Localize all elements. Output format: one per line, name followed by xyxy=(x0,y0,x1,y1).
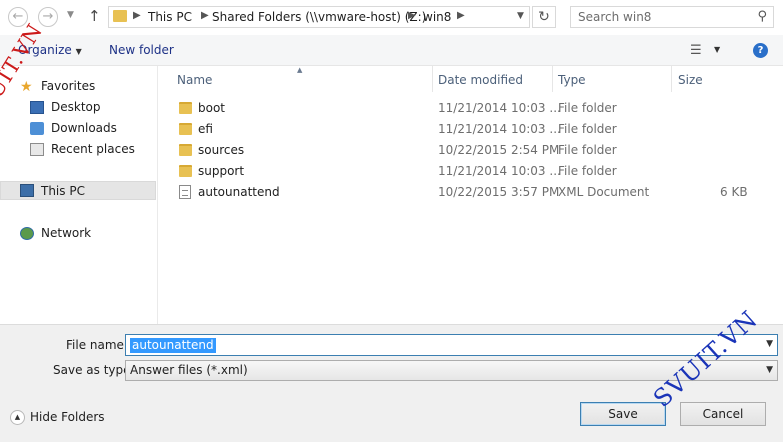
folder-icon xyxy=(179,102,192,114)
chevron-up-icon: ▲ xyxy=(10,410,25,425)
table-row[interactable]: sources 10/22/2015 2:54 PM File folder xyxy=(175,141,765,160)
file-date: 10/22/2015 2:54 PM xyxy=(438,143,560,157)
folder-icon xyxy=(179,144,192,156)
downloads-icon xyxy=(30,122,44,135)
save-as-type-value: Answer files (*.xml) xyxy=(130,363,248,377)
chevron-right-icon[interactable]: ▶ xyxy=(133,10,141,21)
navigation-pane: ★ Favorites Desktop Downloads Recent pla… xyxy=(0,66,158,324)
column-divider[interactable] xyxy=(432,66,433,92)
file-date: 10/22/2015 3:57 PM xyxy=(438,185,560,199)
file-name-label: File name: xyxy=(66,338,128,352)
up-arrow-icon[interactable]: ↑ xyxy=(88,7,101,25)
help-icon[interactable]: ? xyxy=(753,43,768,58)
sidebar-item-label: Favorites xyxy=(41,79,96,93)
save-as-type-label: Save as type: xyxy=(53,363,135,377)
file-name: sources xyxy=(198,143,245,157)
file-name: support xyxy=(198,164,245,178)
table-row[interactable]: boot 11/21/2014 10:03 ... File folder xyxy=(175,99,765,118)
view-options-icon[interactable]: ☰ xyxy=(690,43,702,58)
hide-folders-label: Hide Folders xyxy=(30,410,105,424)
chevron-right-icon[interactable]: ▶ xyxy=(201,10,209,21)
breadcrumb-win8[interactable]: win8 xyxy=(423,10,451,24)
column-header-size[interactable]: Size xyxy=(678,73,703,87)
file-name: autounattend xyxy=(198,185,280,199)
column-divider[interactable] xyxy=(552,66,553,92)
table-row[interactable]: support 11/21/2014 10:03 ... File folder xyxy=(175,162,765,181)
file-name-value[interactable]: autounattend xyxy=(130,338,216,353)
recent-places-icon xyxy=(30,143,44,156)
address-bar[interactable]: ▶ This PC ▶ Shared Folders (\\vmware-hos… xyxy=(108,6,530,28)
column-header-type[interactable]: Type xyxy=(558,73,586,87)
file-date: 11/21/2014 10:03 ... xyxy=(438,122,561,136)
breadcrumb-shared-folders[interactable]: Shared Folders (\\vmware-host) (Z:) xyxy=(212,10,426,24)
search-box[interactable]: ⚲ xyxy=(570,6,774,28)
forward-icon[interactable]: → xyxy=(38,7,58,27)
table-row[interactable]: efi 11/21/2014 10:03 ... File folder xyxy=(175,120,765,139)
recent-locations-chevron-icon[interactable]: ▼ xyxy=(67,10,74,20)
column-header-date-modified[interactable]: Date modified xyxy=(438,73,523,87)
table-row[interactable]: autounattend 10/22/2015 3:57 PM XML Docu… xyxy=(175,183,765,202)
sidebar-item-downloads[interactable]: Downloads xyxy=(0,119,158,138)
new-folder-button[interactable]: New folder xyxy=(109,43,174,57)
sidebar-item-favorites[interactable]: ★ Favorites xyxy=(0,77,158,96)
chevron-down-icon[interactable]: ▼ xyxy=(766,339,773,349)
sidebar-item-desktop[interactable]: Desktop xyxy=(0,98,158,117)
file-type: File folder xyxy=(558,101,617,115)
folder-icon xyxy=(179,123,192,135)
file-name: boot xyxy=(198,101,226,115)
file-type: XML Document xyxy=(558,185,650,199)
address-dropdown-icon[interactable]: ▼ xyxy=(517,11,524,21)
cancel-button[interactable]: Cancel xyxy=(680,402,766,426)
folder-icon xyxy=(179,165,192,177)
sidebar-item-label: Desktop xyxy=(51,100,101,114)
computer-icon xyxy=(20,184,34,197)
file-name: efi xyxy=(198,122,213,136)
sidebar-item-label: Downloads xyxy=(51,121,117,135)
save-button[interactable]: Save xyxy=(580,402,666,426)
column-header-name[interactable]: Name xyxy=(177,73,212,87)
chevron-down-icon[interactable]: ▼ xyxy=(766,365,773,375)
hide-folders-button[interactable]: ▲ Hide Folders xyxy=(10,410,105,425)
file-date: 11/21/2014 10:03 ... xyxy=(438,164,561,178)
sidebar-item-network[interactable]: Network xyxy=(0,224,158,243)
network-icon xyxy=(20,227,34,240)
file-type: File folder xyxy=(558,143,617,157)
refresh-icon[interactable]: ↻ xyxy=(532,6,556,28)
command-bar: Organize ▼ New folder ☰ ▼ ? xyxy=(0,35,783,66)
desktop-icon xyxy=(30,101,44,114)
sidebar-item-this-pc[interactable]: This PC xyxy=(0,181,156,200)
file-size: 6 KB xyxy=(720,185,748,199)
sidebar-item-label: Network xyxy=(41,226,92,240)
file-type: File folder xyxy=(558,164,617,178)
chevron-down-icon[interactable]: ▼ xyxy=(714,45,720,54)
search-icon[interactable]: ⚲ xyxy=(757,9,767,24)
file-name-field[interactable]: autounattend ▼ xyxy=(125,334,778,356)
file-type: File folder xyxy=(558,122,617,136)
search-input[interactable] xyxy=(571,7,741,27)
sidebar-item-label: Recent places xyxy=(51,142,135,156)
column-divider[interactable] xyxy=(671,66,672,92)
file-date: 11/21/2014 10:03 ... xyxy=(438,101,561,115)
chevron-right-icon[interactable]: ▶ xyxy=(408,10,416,21)
chevron-right-icon[interactable]: ▶ xyxy=(457,10,465,21)
star-icon: ★ xyxy=(20,79,33,95)
chevron-down-icon: ▼ xyxy=(75,47,82,56)
xml-document-icon xyxy=(179,185,191,199)
sidebar-item-label: This PC xyxy=(41,184,85,198)
file-list: ▲ Name Date modified Type Size boot 11/2… xyxy=(159,66,783,324)
folder-icon xyxy=(113,10,127,22)
breadcrumb-this-pc[interactable]: This PC xyxy=(148,10,192,24)
sidebar-item-recent-places[interactable]: Recent places xyxy=(0,140,158,159)
address-row: ← → ▼ ↑ ▶ This PC ▶ Shared Folders (\\vm… xyxy=(0,0,783,34)
sort-ascending-icon: ▲ xyxy=(297,66,303,74)
